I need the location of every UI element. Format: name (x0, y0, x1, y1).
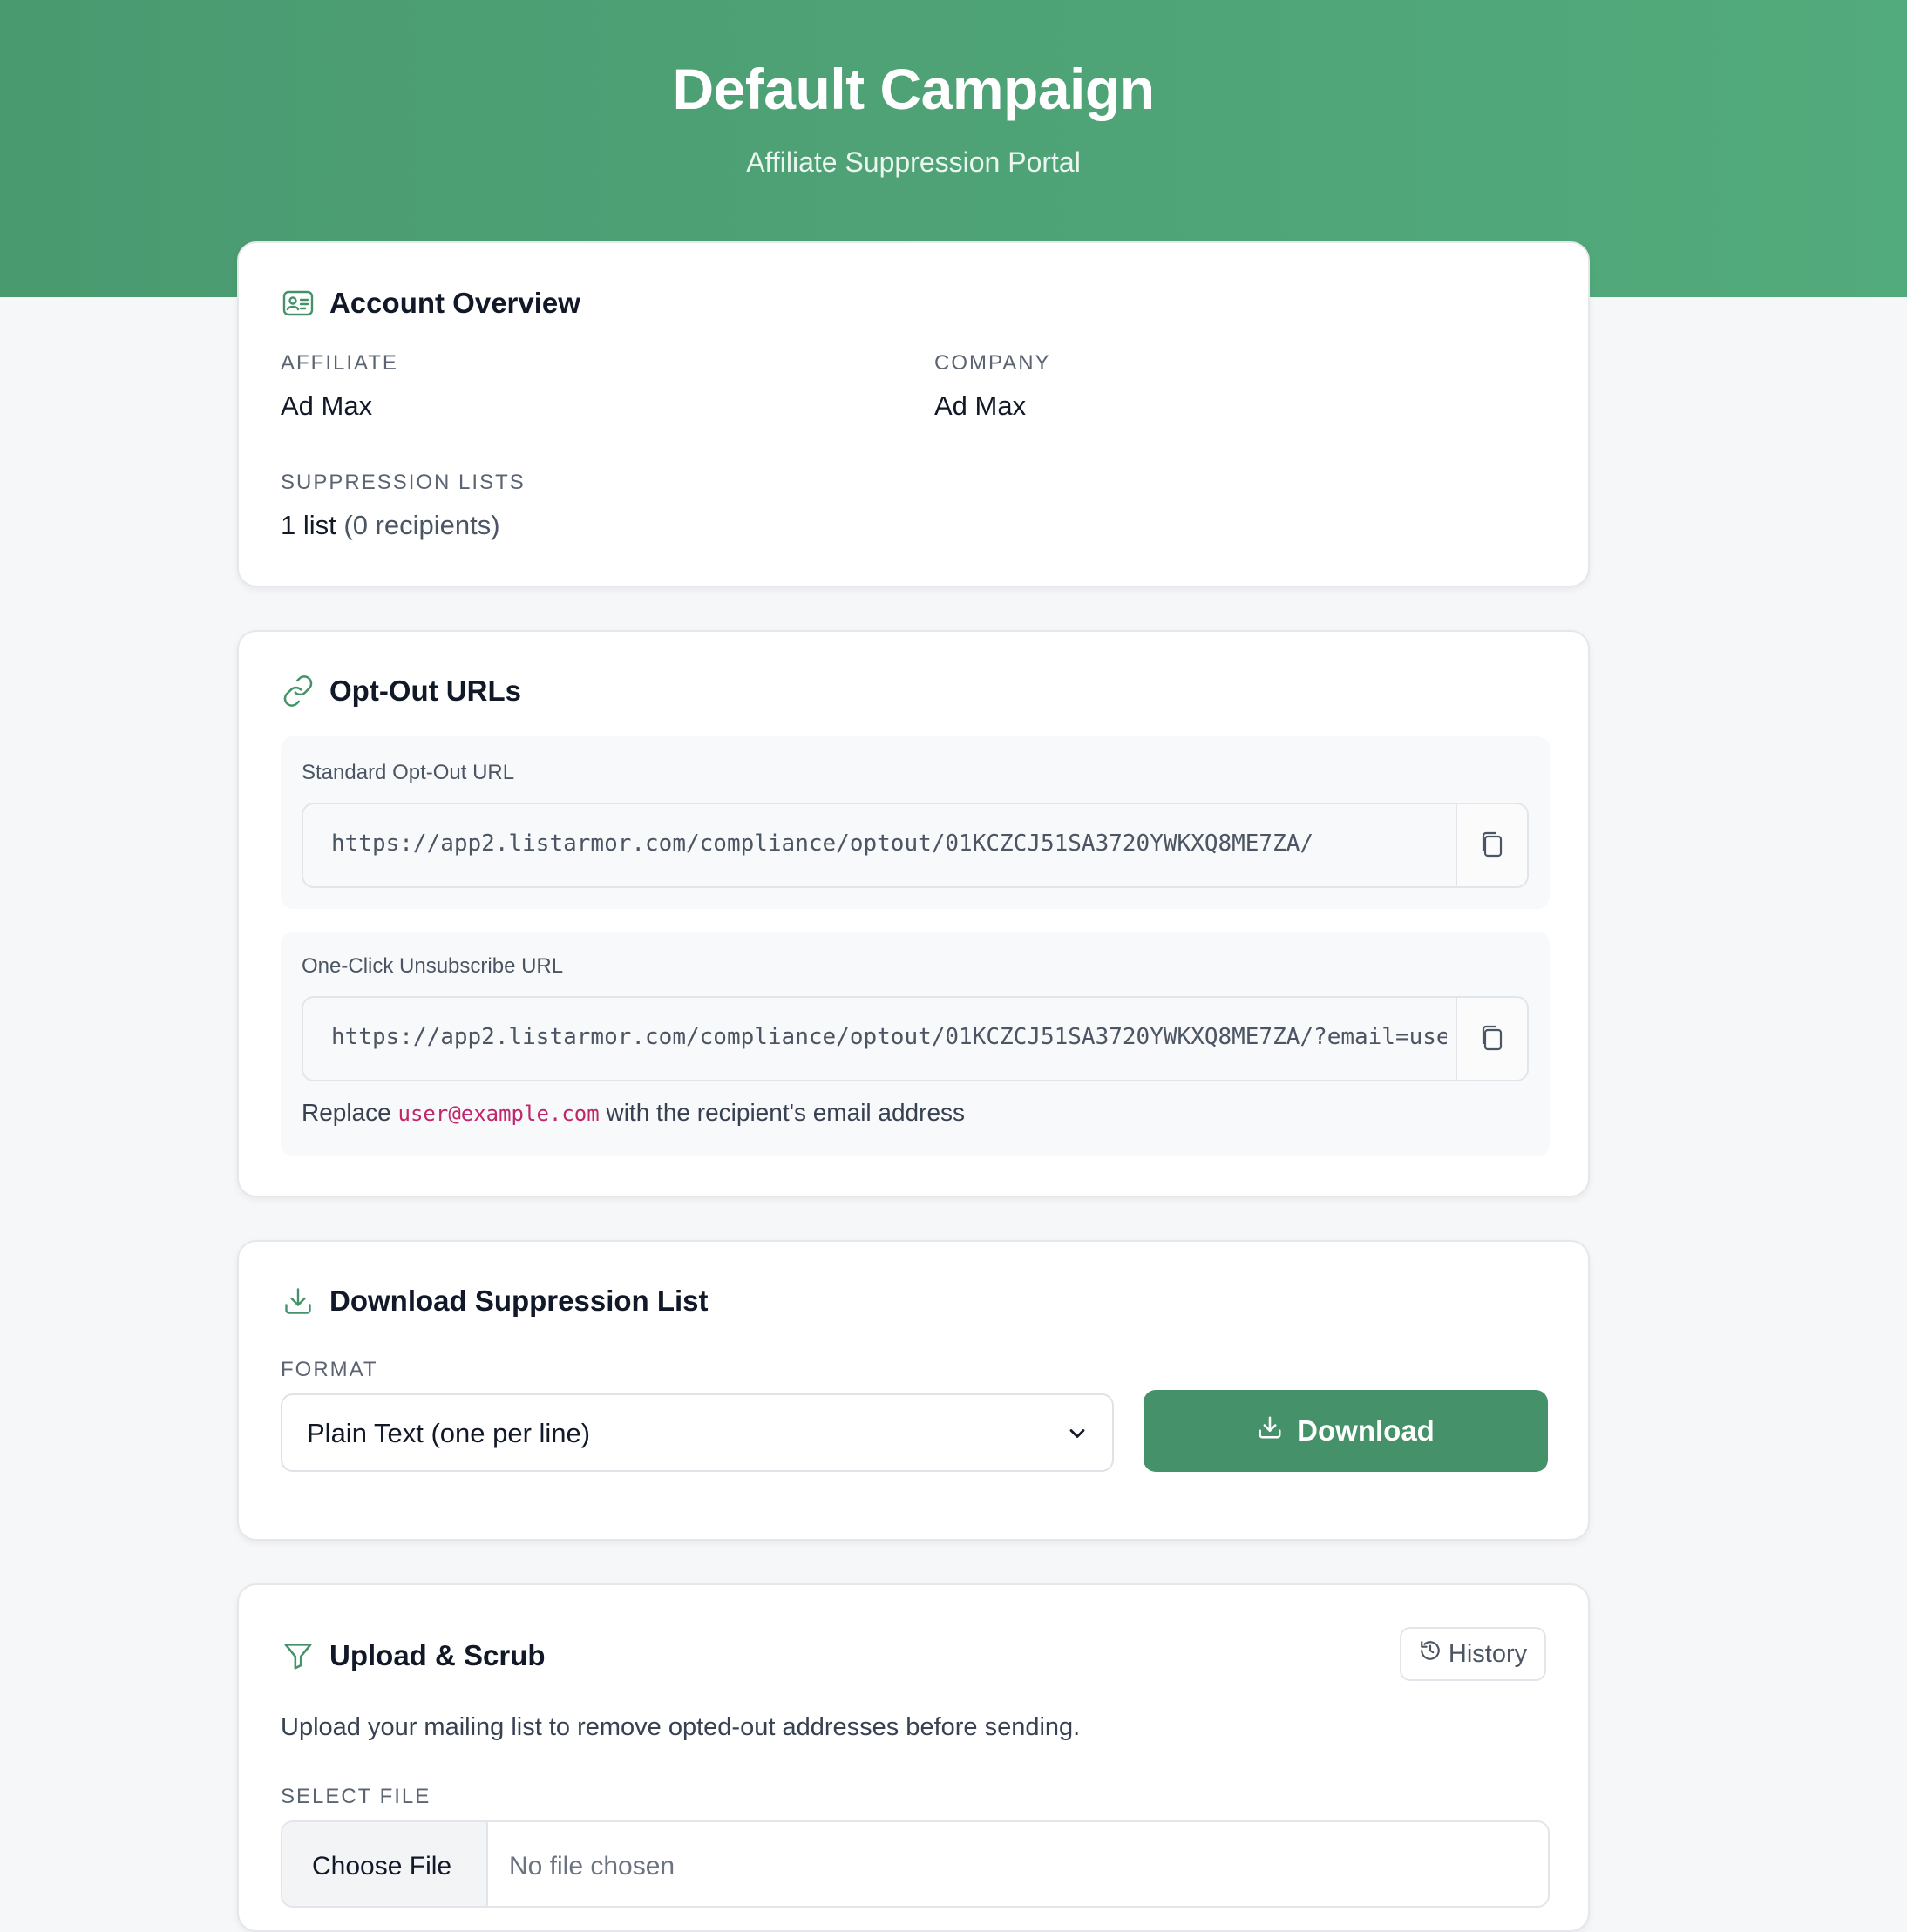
file-status: No file chosen (509, 1852, 675, 1881)
download-suppression-header: Download Suppression List (281, 1284, 709, 1319)
download-button[interactable]: Download (1144, 1390, 1548, 1472)
download-button-label: Download (1297, 1414, 1435, 1447)
optout-urls-header: Opt-Out URLs (281, 674, 521, 708)
oneclick-unsubscribe-url[interactable]: https://app2.listarmor.com/compliance/op… (331, 1024, 1447, 1050)
copy-oneclick-url-button[interactable] (1456, 998, 1527, 1080)
page-subtitle: Affiliate Suppression Portal (746, 146, 1081, 178)
history-icon (1419, 1639, 1449, 1669)
affiliate-label: AFFILIATE (281, 351, 398, 375)
company-value: Ad Max (934, 390, 1027, 421)
oneclick-unsubscribe-url-field[interactable]: https://app2.listarmor.com/compliance/op… (302, 996, 1529, 1081)
format-select-value: Plain Text (one per line) (307, 1418, 591, 1448)
affiliate-value: Ad Max (281, 390, 373, 421)
company-label: COMPANY (934, 351, 1051, 375)
optout-urls-card: Opt-Out URLs Standard Opt-Out URL https:… (237, 630, 1590, 1197)
card-title: Upload & Scrub (329, 1639, 546, 1671)
card-title: Account Overview (329, 287, 580, 319)
oneclick-unsubscribe-label: One-Click Unsubscribe URL (302, 954, 564, 978)
funnel-icon (281, 1638, 316, 1673)
standard-optout-url-field[interactable]: https://app2.listarmor.com/compliance/op… (302, 803, 1529, 888)
card-title: Download Suppression List (329, 1285, 709, 1317)
standard-optout-url[interactable]: https://app2.listarmor.com/compliance/op… (331, 830, 1447, 857)
oneclick-hint: Replace user@example.com with the recipi… (302, 1099, 965, 1127)
upload-scrub-card: Upload & Scrub History Upload your maili… (237, 1583, 1590, 1932)
copy-icon (1479, 830, 1505, 863)
format-label: FORMAT (281, 1358, 378, 1381)
chevron-down-icon (1065, 1421, 1089, 1450)
oneclick-unsubscribe-section: One-Click Unsubscribe URL https://app2.l… (281, 932, 1550, 1156)
standard-optout-label: Standard Opt-Out URL (302, 761, 515, 784)
select-file-label: SELECT FILE (281, 1785, 431, 1808)
hint-prefix: Replace (302, 1099, 391, 1126)
card-title: Opt-Out URLs (329, 675, 521, 707)
account-overview-card: Account Overview AFFILIATE Ad Max COMPAN… (237, 241, 1590, 587)
lists-count: 1 list (281, 510, 336, 540)
hint-code: user@example.com (397, 1102, 600, 1126)
file-input[interactable]: Choose File No file chosen (281, 1820, 1550, 1908)
choose-file-button[interactable]: Choose File (282, 1822, 488, 1906)
page-title: Default Campaign (672, 57, 1155, 121)
download-suppression-card: Download Suppression List FORMAT Plain T… (237, 1240, 1590, 1541)
upload-scrub-header: Upload & Scrub (281, 1638, 546, 1673)
history-button-label: History (1448, 1639, 1528, 1668)
id-card-icon (281, 286, 316, 321)
copy-icon (1479, 1024, 1505, 1056)
format-select[interactable]: Plain Text (one per line) (281, 1393, 1114, 1472)
download-icon (1257, 1414, 1297, 1447)
lists-recipients: (0 recipients) (343, 510, 500, 540)
download-icon (281, 1284, 316, 1319)
standard-optout-section: Standard Opt-Out URL https://app2.listar… (281, 736, 1550, 909)
copy-standard-url-button[interactable] (1456, 804, 1527, 886)
upload-description: Upload your mailing list to remove opted… (281, 1713, 1081, 1741)
link-icon (281, 674, 316, 708)
suppression-lists-label: SUPPRESSION LISTS (281, 471, 526, 494)
suppression-lists-value: 1 list (0 recipients) (281, 510, 500, 541)
account-overview-header: Account Overview (281, 286, 580, 321)
hint-suffix: with the recipient's email address (606, 1099, 966, 1126)
history-button[interactable]: History (1400, 1627, 1546, 1681)
